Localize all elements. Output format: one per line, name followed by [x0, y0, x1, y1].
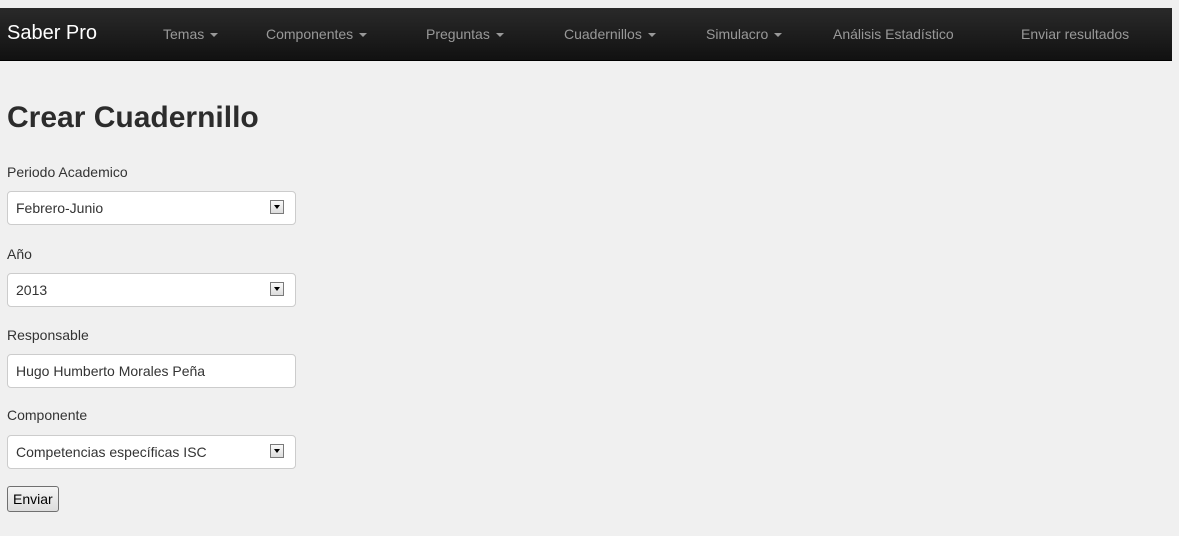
responsable-input[interactable]: Hugo Humberto Morales Peña [7, 354, 296, 388]
anio-selected-value: 2013 [16, 282, 48, 298]
responsable-value: Hugo Humberto Morales Peña [16, 363, 206, 379]
componente-select[interactable]: Competencias específicas ISC [7, 435, 296, 469]
nav-analisis-link[interactable]: Análisis Estadístico [833, 26, 954, 42]
nav-preguntas-dropdown[interactable]: Preguntas [426, 26, 504, 42]
nav-temas-dropdown[interactable]: Temas [163, 26, 219, 42]
brand-link[interactable]: Saber Pro [7, 22, 97, 45]
caret-down-icon [359, 33, 368, 38]
caret-down-icon [495, 33, 504, 38]
anio-select[interactable]: 2013 [7, 273, 296, 307]
dropdown-arrow-icon[interactable] [270, 444, 284, 458]
caret-down-icon [647, 33, 656, 38]
enviar-button[interactable]: Enviar [7, 486, 59, 512]
anio-label: Año [7, 246, 32, 262]
nav-cuadernillos-label: Cuadernillos [564, 26, 642, 42]
dropdown-arrow-icon[interactable] [270, 200, 284, 214]
periodo-selected-value: Febrero-Junio [16, 200, 104, 216]
top-navbar: Saber Pro Temas Componentes Preguntas Cu… [0, 8, 1172, 61]
nav-componentes-dropdown[interactable]: Componentes [266, 26, 368, 42]
componente-selected-value: Competencias específicas ISC [16, 444, 207, 460]
nav-componentes-label: Componentes [266, 26, 354, 42]
nav-enviar-resultados-link[interactable]: Enviar resultados [1021, 26, 1129, 42]
responsable-label: Responsable [7, 327, 89, 343]
dropdown-arrow-icon[interactable] [270, 282, 284, 296]
periodo-select[interactable]: Febrero-Junio [7, 191, 296, 225]
nav-simulacro-dropdown[interactable]: Simulacro [706, 26, 783, 42]
caret-down-icon [774, 33, 783, 38]
page-title: Crear Cuadernillo [7, 101, 259, 134]
nav-temas-label: Temas [163, 26, 205, 42]
nav-preguntas-label: Preguntas [426, 26, 490, 42]
caret-down-icon [210, 33, 219, 38]
nav-cuadernillos-dropdown[interactable]: Cuadernillos [564, 26, 656, 42]
periodo-label: Periodo Academico [7, 164, 128, 180]
componente-label: Componente [7, 407, 88, 423]
nav-simulacro-label: Simulacro [706, 26, 769, 42]
